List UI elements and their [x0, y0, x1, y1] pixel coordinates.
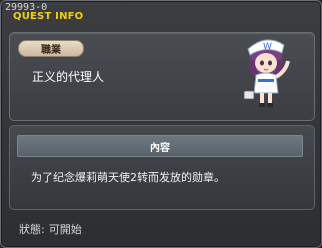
job-value: 正义的代理人 — [32, 70, 105, 84]
status-row: 狀態: 可開始 — [19, 221, 82, 237]
window-title: QUEST INFO — [13, 11, 84, 22]
svg-text:W: W — [263, 42, 272, 52]
status-label: 狀態: — [19, 223, 45, 236]
quest-info-window: 29993-0 QUEST INFO 職業 正义的代理人 W 內容 为了纪念爆莉… — [0, 0, 322, 248]
content-header: 內容 — [17, 135, 303, 157]
job-badge: 職業 — [18, 40, 84, 57]
npc-portrait-icon: W — [243, 39, 290, 107]
status-value: 可開始 — [48, 223, 82, 236]
content-text: 为了纪念爆莉萌天使2转而发放的勋章。 — [31, 171, 225, 184]
